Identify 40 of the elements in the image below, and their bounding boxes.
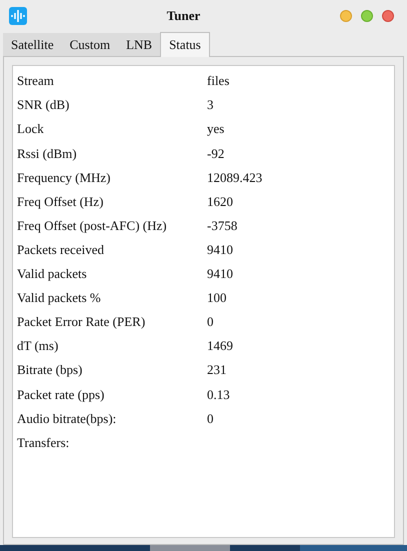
tab[interactable]: Status xyxy=(160,32,210,57)
status-value: 100 xyxy=(207,289,226,308)
status-label: Packet Error Rate (PER) xyxy=(17,313,146,332)
status-value: 231 xyxy=(207,361,226,380)
window-title: Tuner xyxy=(166,7,202,26)
status-value: -92 xyxy=(207,144,224,163)
app-icon xyxy=(9,7,27,25)
status-label: Rssi (dBm) xyxy=(17,144,78,163)
status-label: Packet rate (pps) xyxy=(17,386,106,404)
status-value: 1469 xyxy=(207,337,233,356)
status-value: -3758 xyxy=(207,216,238,235)
status-label: SNR (dB) xyxy=(17,96,70,114)
status-label: Lock xyxy=(17,120,45,138)
status-label: Valid packets % xyxy=(17,289,102,308)
status-label: Bitrate (bps) xyxy=(17,361,84,380)
status-label: Packets received xyxy=(17,240,105,259)
tab[interactable]: LNB xyxy=(118,33,160,57)
tab[interactable]: Satellite xyxy=(3,33,62,57)
status-value: 9410 xyxy=(207,265,233,284)
status-label: Freq Offset (post-AFC) (Hz) xyxy=(17,216,168,235)
status-value: yes xyxy=(207,120,224,138)
status-label: Transfers: xyxy=(17,434,70,452)
status-value: 0.13 xyxy=(207,386,230,404)
tab[interactable]: Custom xyxy=(62,33,118,57)
status-value: 0 xyxy=(207,313,214,332)
status-label: Frequency (MHz) xyxy=(17,168,112,187)
close-button[interactable] xyxy=(382,10,394,22)
status-label: Audio bitrate(bps): xyxy=(17,410,118,428)
minimize-button[interactable] xyxy=(340,10,352,22)
status-value: 12089.423 xyxy=(207,168,262,187)
status-label: Stream xyxy=(17,72,55,90)
status-label: dT (ms) xyxy=(17,337,60,356)
status-label: Valid packets xyxy=(17,265,88,284)
status-value: 1620 xyxy=(207,192,233,211)
status-value: files xyxy=(207,72,230,90)
status-value: 0 xyxy=(207,410,214,428)
maximize-button[interactable] xyxy=(361,10,373,22)
status-label: Freq Offset (Hz) xyxy=(17,192,104,211)
status-value: 9410 xyxy=(207,240,233,259)
status-value: 3 xyxy=(207,96,214,114)
